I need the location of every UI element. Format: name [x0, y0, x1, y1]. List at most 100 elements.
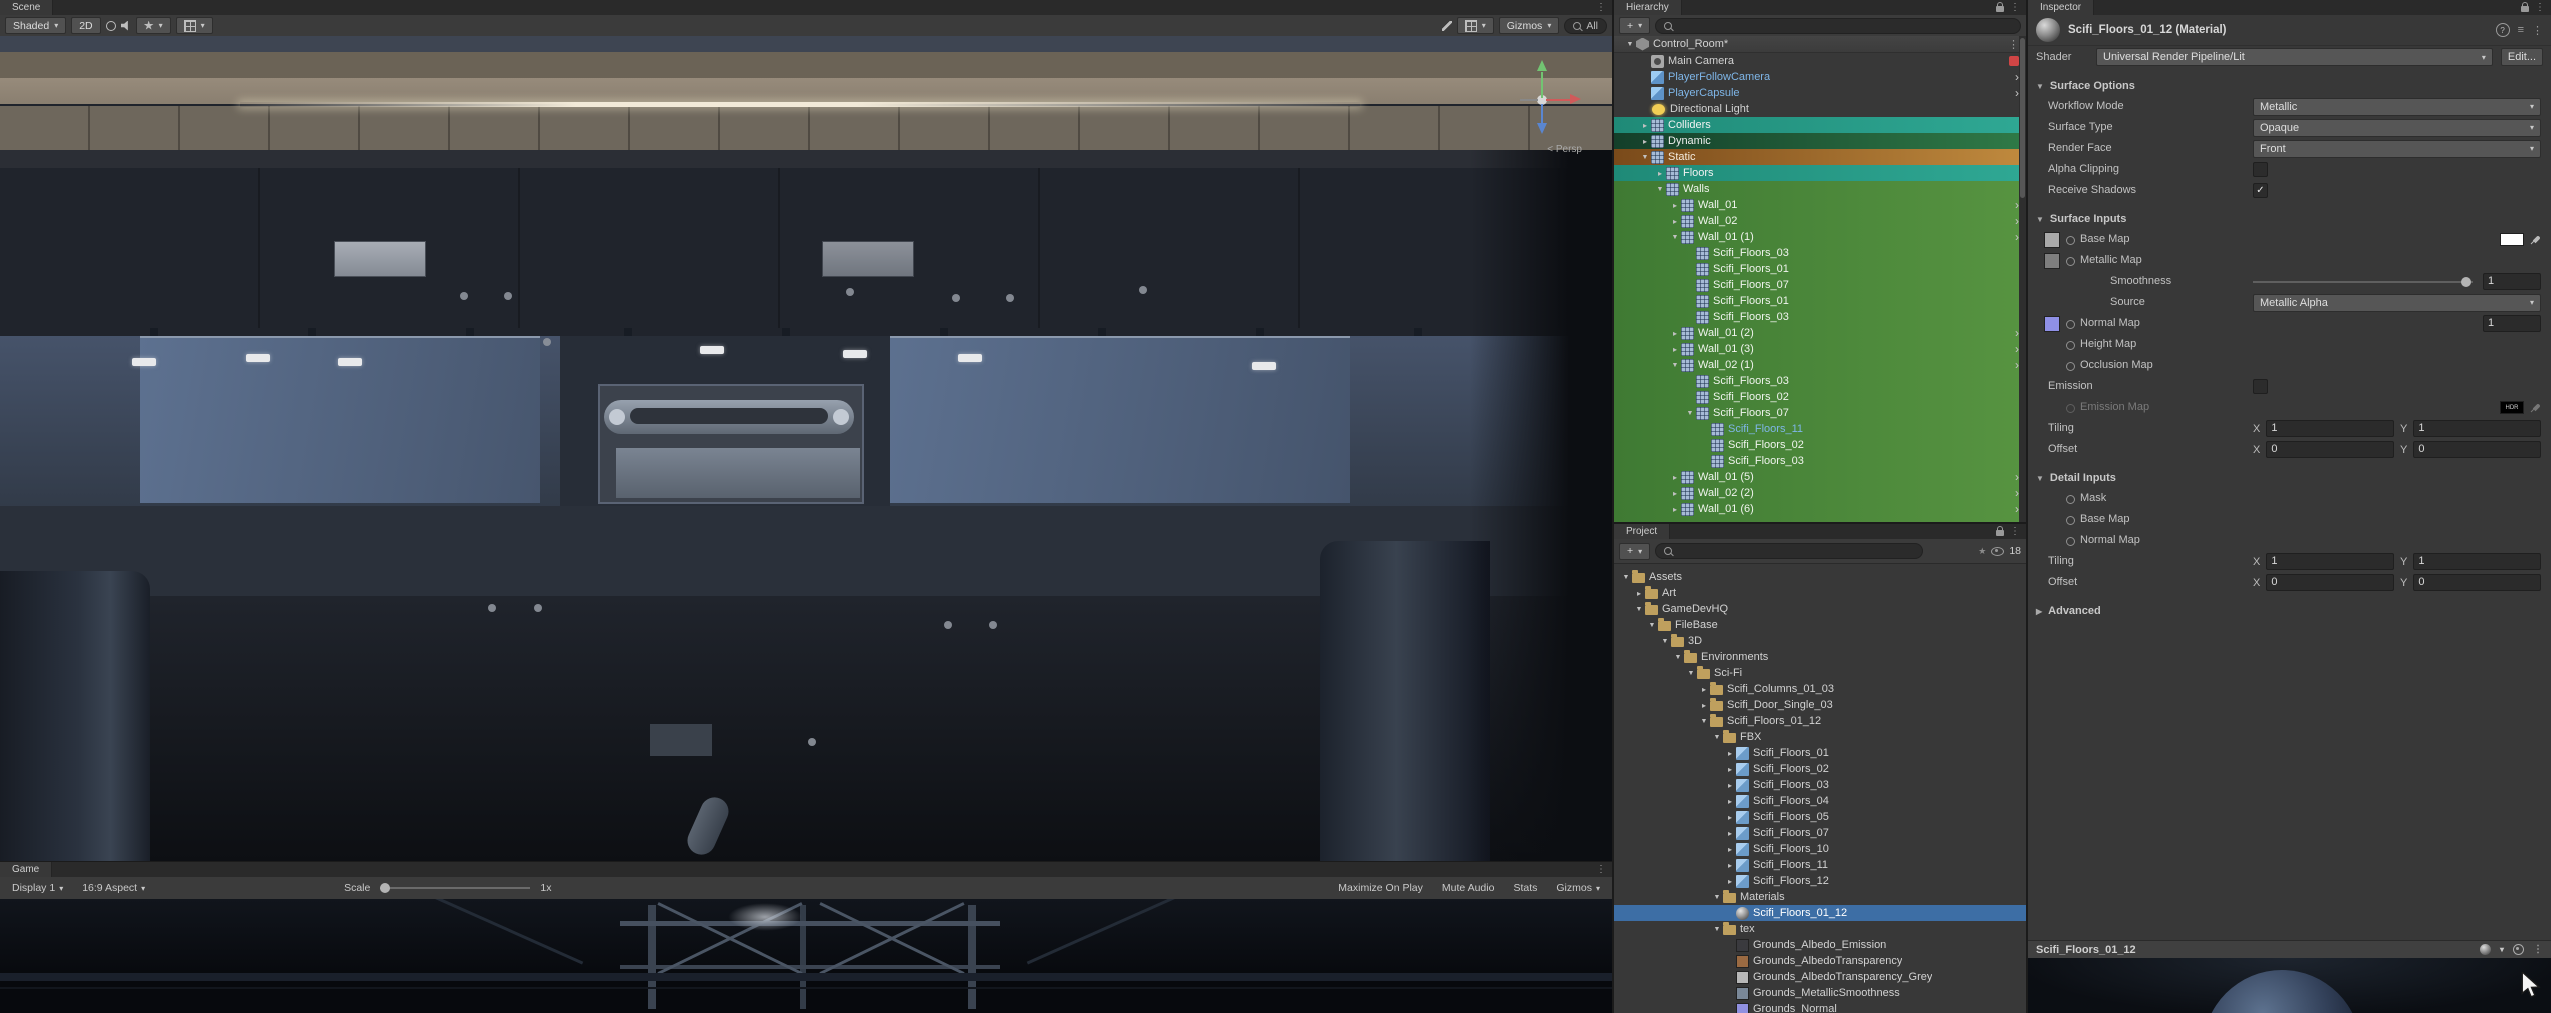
expander-closed-icon[interactable]: ▸ — [1669, 505, 1681, 514]
hierarchy-add-button[interactable]: + ▾ — [1619, 17, 1651, 34]
hierarchy-row[interactable]: ▼ Control_Room* ⋮ — [1614, 36, 2026, 53]
preview-menu-icon[interactable]: ⋮ — [2533, 944, 2543, 955]
project-row[interactable]: ▼ 3D — [1614, 633, 2026, 649]
scale-slider-handle[interactable] — [380, 883, 391, 893]
expander-closed-icon[interactable]: ▸ — [1724, 845, 1736, 854]
project-menu-icon[interactable]: ⋮ — [2010, 526, 2020, 537]
detail-offset-x-field[interactable]: 0 — [2266, 574, 2394, 591]
hierarchy-row[interactable]: ▸ Wall_01 › — [1614, 197, 2026, 213]
detail-tiling-y-field[interactable]: 1 — [2413, 553, 2541, 570]
hierarchy-row[interactable]: Scifi_Floors_03 — [1614, 309, 2026, 325]
mute-audio-button[interactable]: Mute Audio — [1435, 878, 1502, 899]
hierarchy-row[interactable]: Scifi_Floors_07 — [1614, 277, 2026, 293]
hierarchy-row[interactable]: ▸ Wall_01 (2) › — [1614, 325, 2026, 341]
tiling-y-field[interactable]: 1 — [2413, 420, 2541, 437]
object-picker-icon[interactable] — [2066, 341, 2075, 350]
object-picker-icon[interactable] — [2066, 236, 2075, 245]
surface-options-header[interactable]: ▼ Surface Options — [2028, 76, 2551, 96]
expander-closed-icon[interactable]: ▸ — [1669, 489, 1681, 498]
eyedropper-icon[interactable] — [2530, 402, 2541, 413]
maximize-on-play-button[interactable]: Maximize On Play — [1331, 878, 1430, 899]
project-row[interactable]: ▸ Scifi_Floors_02 — [1614, 761, 2026, 777]
expander-closed-icon[interactable]: ▸ — [1724, 829, 1736, 838]
expander-closed-icon[interactable]: ▸ — [1654, 169, 1666, 178]
expander-closed-icon[interactable]: ▸ — [1724, 797, 1736, 806]
detail-offset-y-field[interactable]: 0 — [2413, 574, 2541, 591]
expander-closed-icon[interactable]: ▸ — [1724, 813, 1736, 822]
hierarchy-row[interactable]: ▼ Wall_02 (1) › — [1614, 357, 2026, 373]
project-row[interactable]: ▸ Scifi_Floors_05 — [1614, 809, 2026, 825]
object-picker-icon[interactable] — [2066, 516, 2075, 525]
object-picker-icon[interactable] — [2066, 404, 2075, 413]
hierarchy-row[interactable]: Scifi_Floors_03 — [1614, 245, 2026, 261]
hierarchy-row[interactable]: ▸ Wall_02 (2) › — [1614, 485, 2026, 501]
hierarchy-row[interactable]: PlayerCapsule › — [1614, 85, 2026, 101]
expander-closed-icon[interactable]: ▸ — [1669, 345, 1681, 354]
expander-open-icon[interactable]: ▼ — [1633, 606, 1645, 613]
project-row[interactable]: ▼ Materials — [1614, 889, 2026, 905]
scene-camera-dropdown[interactable]: ▾ — [1456, 17, 1494, 34]
smoothness-slider[interactable] — [2253, 276, 2473, 287]
smoothness-value-field[interactable]: 1 — [2483, 273, 2541, 290]
expander-open-icon[interactable]: ▼ — [1684, 410, 1696, 417]
presets-icon[interactable]: ≡ — [2518, 24, 2524, 36]
expander-open-icon[interactable]: ▼ — [1672, 654, 1684, 661]
material-preview-area[interactable] — [2028, 958, 2551, 1013]
hierarchy-row[interactable]: Scifi_Floors_03 — [1614, 373, 2026, 389]
hierarchy-menu-icon[interactable]: ⋮ — [2010, 2, 2020, 13]
expander-open-icon[interactable]: ▼ — [1646, 622, 1658, 629]
chevron-down-icon[interactable]: ▾ — [2500, 945, 2504, 954]
project-row[interactable]: ▼ Sci-Fi — [1614, 665, 2026, 681]
workflow-mode-dropdown[interactable]: Metallic ▾ — [2253, 97, 2541, 116]
project-row[interactable]: Grounds_AlbedoTransparency — [1614, 953, 2026, 969]
hierarchy-row[interactable] — [1614, 517, 2026, 522]
receive-shadows-checkbox[interactable]: ✓ — [2253, 183, 2268, 198]
project-row[interactable]: ▸ Art — [1614, 585, 2026, 601]
project-row[interactable]: ▸ Scifi_Door_Single_03 — [1614, 697, 2026, 713]
preview-shape-icon[interactable] — [2479, 944, 2491, 955]
object-picker-icon[interactable] — [2066, 537, 2075, 546]
gizmos-dropdown[interactable]: Gizmos ▾ — [1498, 17, 1560, 34]
expander-open-icon[interactable]: ▼ — [1698, 718, 1710, 725]
normal-scale-field[interactable]: 1 — [2483, 315, 2541, 332]
project-row[interactable]: ▸ Scifi_Floors_11 — [1614, 857, 2026, 873]
expander-closed-icon[interactable]: ▸ — [1724, 861, 1736, 870]
hierarchy-row[interactable]: ▼ Walls — [1614, 181, 2026, 197]
project-add-button[interactable]: + ▾ — [1619, 542, 1651, 560]
project-row[interactable]: Grounds_MetallicSmoothness — [1614, 985, 2026, 1001]
tab-scene[interactable]: Scene — [0, 0, 54, 15]
hidden-count-eye-icon[interactable] — [1991, 546, 2005, 556]
expander-closed-icon[interactable]: ▸ — [1633, 589, 1645, 598]
gizmo-z-cone[interactable] — [1537, 123, 1547, 134]
orientation-gizmo[interactable] — [1494, 52, 1590, 148]
surface-inputs-header[interactable]: ▼ Surface Inputs — [2028, 209, 2551, 229]
scene-lighting-icon[interactable] — [105, 20, 116, 31]
favorite-star-icon[interactable]: ★ — [1978, 546, 1986, 557]
object-picker-icon[interactable] — [2066, 320, 2075, 329]
expander-closed-icon[interactable]: ▸ — [1669, 329, 1681, 338]
alpha-clipping-checkbox[interactable] — [2253, 162, 2268, 177]
hierarchy-row[interactable]: ▸ Wall_01 (3) › — [1614, 341, 2026, 357]
hierarchy-row[interactable]: ▸ Wall_01 (5) › — [1614, 469, 2026, 485]
expander-open-icon[interactable]: ▼ — [1711, 894, 1723, 901]
expander-closed-icon[interactable]: ▸ — [1669, 217, 1681, 226]
object-picker-icon[interactable] — [2066, 257, 2075, 266]
hierarchy-row[interactable]: ▸ Floors — [1614, 165, 2026, 181]
preview-light-icon[interactable] — [2513, 944, 2524, 955]
draw-mode-dropdown[interactable]: Shaded ▾ — [5, 17, 67, 34]
stats-button[interactable]: Stats — [1506, 878, 1544, 899]
expander-closed-icon[interactable]: ▸ — [1669, 201, 1681, 210]
project-row[interactable]: ▼ FBX — [1614, 729, 2026, 745]
project-row[interactable]: Grounds_Normal — [1614, 1001, 2026, 1013]
offset-x-field[interactable]: 0 — [2266, 441, 2394, 458]
object-picker-icon[interactable] — [2066, 495, 2075, 504]
hierarchy-row[interactable]: ▼ Wall_01 (1) › — [1614, 229, 2026, 245]
hierarchy-row[interactable]: ▸ Dynamic — [1614, 133, 2026, 149]
tab-inspector[interactable]: Inspector — [2028, 0, 2095, 15]
scene-audio-icon[interactable] — [120, 20, 128, 31]
shader-dropdown[interactable]: Universal Render Pipeline/Lit ▾ — [2096, 48, 2493, 66]
advanced-header[interactable]: ▶ Advanced — [2028, 601, 2551, 621]
lock-icon[interactable] — [1996, 2, 2004, 12]
project-row[interactable]: ▼ Scifi_Floors_01_12 — [1614, 713, 2026, 729]
tab-game[interactable]: Game — [0, 862, 53, 877]
